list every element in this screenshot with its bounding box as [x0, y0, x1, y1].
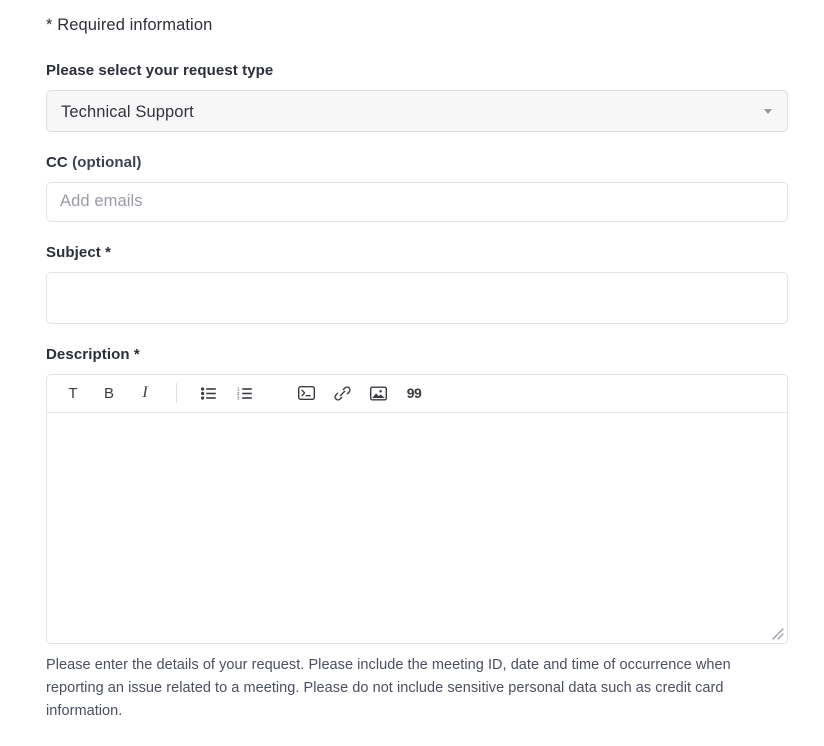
numbered-list-button[interactable]: 1 2 3 — [229, 379, 259, 407]
description-helper-text: Please enter the details of your request… — [46, 656, 731, 719]
code-block-icon — [297, 386, 315, 401]
subject-field: Subject * — [46, 244, 790, 324]
request-type-select[interactable]: Technical Support — [46, 89, 788, 132]
chevron-down-icon — [764, 108, 772, 114]
description-label: Description * — [46, 346, 790, 363]
bulleted-list-button[interactable] — [193, 379, 223, 407]
subject-label-text: Subject — [46, 243, 106, 261]
code-block-button[interactable] — [291, 379, 321, 407]
svg-text:3: 3 — [237, 395, 240, 399]
subject-required-marker: * — [105, 243, 112, 261]
cc-label: CC (optional) — [46, 154, 790, 171]
request-type-label: Please select your request type — [46, 61, 274, 79]
link-icon — [333, 386, 351, 401]
bold-button[interactable]: B — [94, 379, 124, 407]
cc-field: CC (optional) — [46, 154, 790, 222]
quote-icon: 99 — [406, 385, 422, 402]
cc-label-text: CC — [46, 153, 73, 171]
insert-link-button[interactable] — [327, 379, 357, 407]
subject-input[interactable] — [46, 271, 788, 324]
bulleted-list-icon — [200, 387, 216, 400]
text-format-button[interactable]: T — [58, 379, 88, 407]
cc-emails-input[interactable] — [46, 181, 788, 222]
text-format-icon: T — [68, 384, 78, 402]
resize-grip-icon[interactable] — [770, 626, 784, 640]
description-required-marker: * — [133, 345, 140, 363]
required-information-note: * Required information — [46, 16, 213, 34]
editor-body — [47, 412, 787, 643]
description-textarea[interactable] — [47, 412, 787, 643]
request-type-field: Please select your request type Technica… — [46, 62, 790, 132]
blockquote-button[interactable]: 99 — [399, 379, 429, 407]
insert-image-button[interactable] — [363, 379, 393, 407]
image-icon — [369, 386, 387, 401]
italic-icon: I — [142, 384, 148, 402]
description-editor: T B I 1 2 3 99 — [46, 373, 788, 644]
cc-optional-text: (optional) — [72, 153, 142, 171]
italic-button[interactable]: I — [130, 379, 160, 407]
bold-icon: B — [103, 384, 114, 402]
description-field: Description * T B I 1 2 3 99 Please ente… — [46, 346, 790, 723]
subject-label: Subject * — [46, 244, 790, 261]
request-type-selected-value: Technical Support — [61, 102, 194, 121]
toolbar-divider-1 — [176, 383, 177, 404]
editor-toolbar: T B I 1 2 3 99 — [47, 375, 787, 413]
support-request-form: * Required information Please select you… — [0, 0, 824, 723]
numbered-list-icon: 1 2 3 — [237, 387, 252, 400]
description-label-text: Description — [46, 345, 134, 363]
